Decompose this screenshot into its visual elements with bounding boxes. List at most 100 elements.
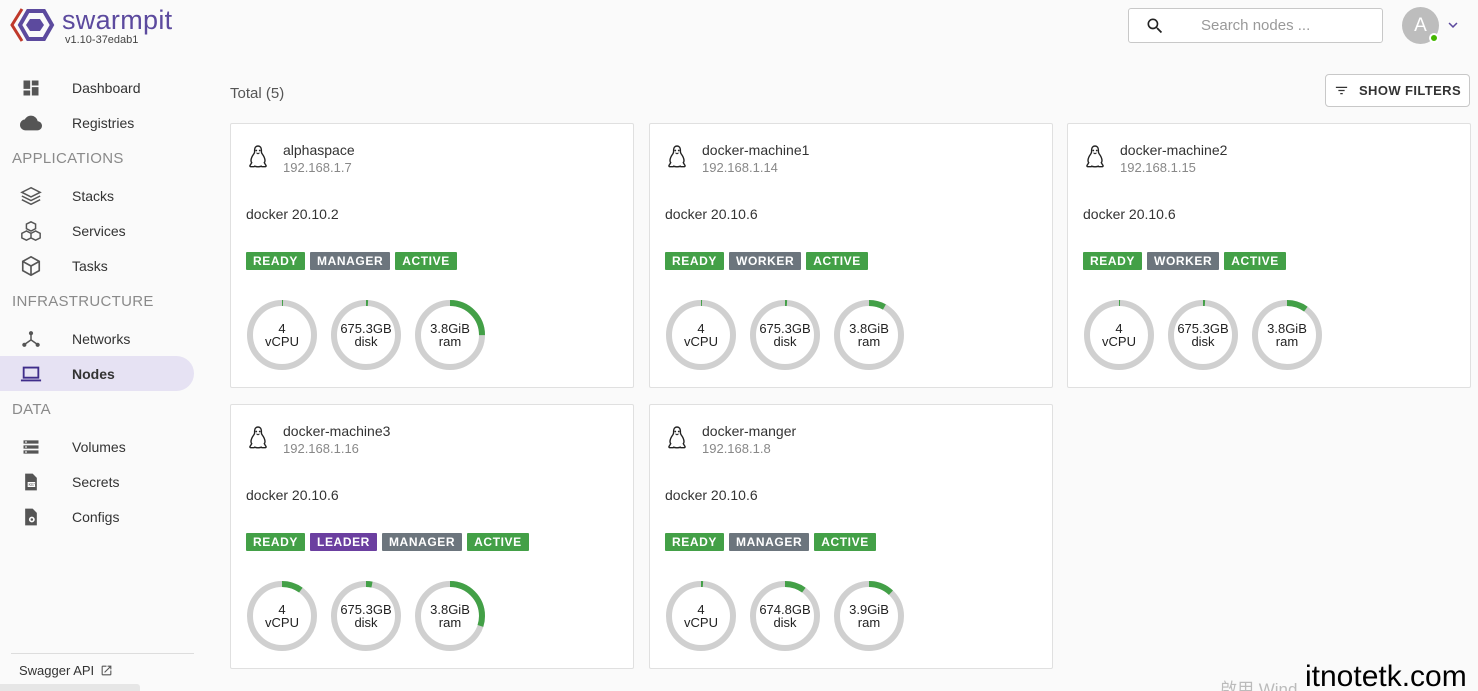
sidebar-item-nodes[interactable]: Nodes — [0, 356, 194, 391]
external-link-icon — [101, 665, 112, 676]
gauge-unit: disk — [773, 334, 797, 349]
node-engine: docker 20.10.6 — [1083, 206, 1176, 222]
cloud-icon — [20, 112, 42, 134]
status-badge-ready: READY — [665, 533, 725, 551]
node-name[interactable]: docker-machine1 — [702, 141, 809, 159]
node-card[interactable]: docker-machine2 192.168.1.15 docker 20.1… — [1067, 123, 1471, 388]
sidebar-item-label: Nodes — [72, 365, 115, 382]
secret-icon: KEY — [20, 471, 42, 493]
gauge-unit: ram — [1275, 334, 1299, 349]
node-labels: READY WORKER ACTIVE — [1083, 252, 1286, 270]
node-card[interactable]: docker-machine3 192.168.1.16 docker 20.1… — [230, 404, 634, 669]
avatar-initial: A — [1414, 14, 1427, 36]
node-header: docker-machine3 192.168.1.16 — [246, 422, 390, 458]
node-resources: 4 vCPU 674.8GB disk 3.9GiB ram — [664, 579, 906, 653]
sidebar-item-configs[interactable]: Configs — [0, 499, 194, 534]
sidebar-item-registries[interactable]: Registries — [0, 105, 194, 140]
swagger-api-label: Swagger API — [19, 663, 95, 678]
node-card[interactable]: docker-machine1 192.168.1.14 docker 20.1… — [649, 123, 1053, 388]
search-input[interactable] — [1201, 17, 1371, 34]
node-ip: 192.168.1.8 — [702, 441, 771, 456]
filter-icon — [1335, 86, 1348, 95]
sidebar-item-secrets[interactable]: KEY Secrets — [0, 464, 194, 499]
vcpu-gauge: 4 vCPU — [1082, 298, 1156, 372]
vcpu-gauge: 4 vCPU — [664, 298, 738, 372]
chevron-down-icon[interactable] — [1444, 16, 1462, 34]
status-bar — [0, 684, 140, 691]
gauge-unit: ram — [438, 334, 462, 349]
swagger-api-link[interactable]: Swagger API — [11, 653, 194, 678]
node-header: docker-manger 192.168.1.8 — [665, 422, 796, 458]
volumes-icon — [20, 436, 42, 458]
sidebar-item-label: Tasks — [72, 257, 108, 274]
disk-gauge: 674.8GB disk — [748, 579, 822, 653]
disk-gauge: 675.3GB disk — [1166, 298, 1240, 372]
linux-icon — [249, 145, 267, 168]
status-badge-worker: WORKER — [1147, 252, 1220, 270]
node-header: alphaspace 192.168.1.7 — [246, 141, 355, 177]
sidebar-nav: Dashboard Registries APPLICATIONS Stacks Ser… — [0, 70, 194, 534]
node-ip: 192.168.1.15 — [1120, 160, 1196, 175]
gauge-unit: ram — [438, 615, 462, 630]
node-labels: READY LEADER MANAGER ACTIVE — [246, 533, 529, 551]
sidebar-item-tasks[interactable]: Tasks — [0, 248, 194, 283]
node-labels: READY WORKER ACTIVE — [665, 252, 868, 270]
nav-section-infrastructure: INFRASTRUCTURE — [12, 293, 154, 310]
node-engine: docker 20.10.6 — [246, 487, 339, 503]
total-count: Total (5) — [230, 85, 285, 102]
search-icon — [1147, 18, 1163, 33]
sidebar-item-stacks[interactable]: Stacks — [0, 178, 194, 213]
gauge-unit: disk — [1191, 334, 1215, 349]
sidebar-item-dashboard[interactable]: Dashboard — [0, 70, 194, 105]
gauge-unit: ram — [857, 334, 881, 349]
nav-section-data: DATA — [12, 401, 51, 418]
ram-gauge: 3.8GiB ram — [1250, 298, 1324, 372]
sidebar-item-services[interactable]: Services — [0, 213, 194, 248]
node-resources: 4 vCPU 675.3GB disk 3.8GiB ram — [664, 298, 906, 372]
node-header: docker-machine1 192.168.1.14 — [665, 141, 809, 177]
sidebar-item-label: Configs — [72, 508, 120, 525]
status-badge-manager: MANAGER — [729, 533, 810, 551]
cubes-icon — [20, 220, 42, 242]
nav-section-applications: APPLICATIONS — [12, 150, 124, 167]
node-resources: 4 vCPU 675.3GB disk 3.8GiB ram — [245, 579, 487, 653]
site-watermark: itnotetk.com — [1305, 660, 1467, 691]
disk-gauge: 675.3GB disk — [329, 579, 403, 653]
node-name[interactable]: alphaspace — [283, 141, 355, 159]
sidebar-item-label: Dashboard — [72, 79, 141, 96]
gauge-unit: disk — [354, 615, 378, 630]
sidebar: swarmpit v1.10-37edab1 Dashboard Registri… — [0, 0, 200, 691]
brand[interactable]: swarmpit v1.10-37edab1 — [8, 5, 172, 46]
node-name[interactable]: docker-machine2 — [1120, 141, 1227, 159]
search-box[interactable] — [1128, 8, 1383, 43]
status-badge-ready: READY — [246, 533, 306, 551]
show-filters-label: SHOW FILTERS — [1358, 83, 1462, 98]
status-badge-manager: MANAGER — [381, 533, 463, 551]
gauge-unit: vCPU — [684, 334, 718, 349]
sidebar-item-label: Networks — [72, 330, 131, 347]
gauge-unit: vCPU — [1102, 334, 1136, 349]
network-icon — [20, 328, 42, 350]
ram-gauge: 3.9GiB ram — [832, 579, 906, 653]
node-card[interactable]: alphaspace 192.168.1.7 docker 20.10.2 RE… — [230, 123, 634, 388]
node-name[interactable]: docker-manger — [702, 422, 796, 440]
sidebar-item-volumes[interactable]: Volumes — [0, 429, 194, 464]
gauge-unit: vCPU — [265, 334, 299, 349]
laptop-icon — [20, 363, 42, 385]
node-card[interactable]: docker-manger 192.168.1.8 docker 20.10.6… — [649, 404, 1053, 669]
os-watermark-text: 啟用 Wind — [1220, 680, 1298, 691]
layers-icon — [20, 185, 42, 207]
config-icon — [20, 506, 42, 528]
disk-gauge: 675.3GB disk — [329, 298, 403, 372]
status-badge-active: ACTIVE — [467, 533, 529, 551]
node-name[interactable]: docker-machine3 — [283, 422, 390, 440]
status-badge-leader: LEADER — [310, 533, 377, 551]
node-engine: docker 20.10.6 — [665, 487, 758, 503]
gauge-unit: vCPU — [684, 615, 718, 630]
ram-gauge: 3.8GiB ram — [832, 298, 906, 372]
sidebar-item-label: Volumes — [72, 438, 126, 455]
sidebar-item-networks[interactable]: Networks — [0, 321, 194, 356]
node-resources: 4 vCPU 675.3GB disk 3.8GiB ram — [245, 298, 487, 372]
show-filters-button[interactable]: SHOW FILTERS — [1325, 74, 1470, 107]
sidebar-item-label: Services — [72, 222, 126, 239]
